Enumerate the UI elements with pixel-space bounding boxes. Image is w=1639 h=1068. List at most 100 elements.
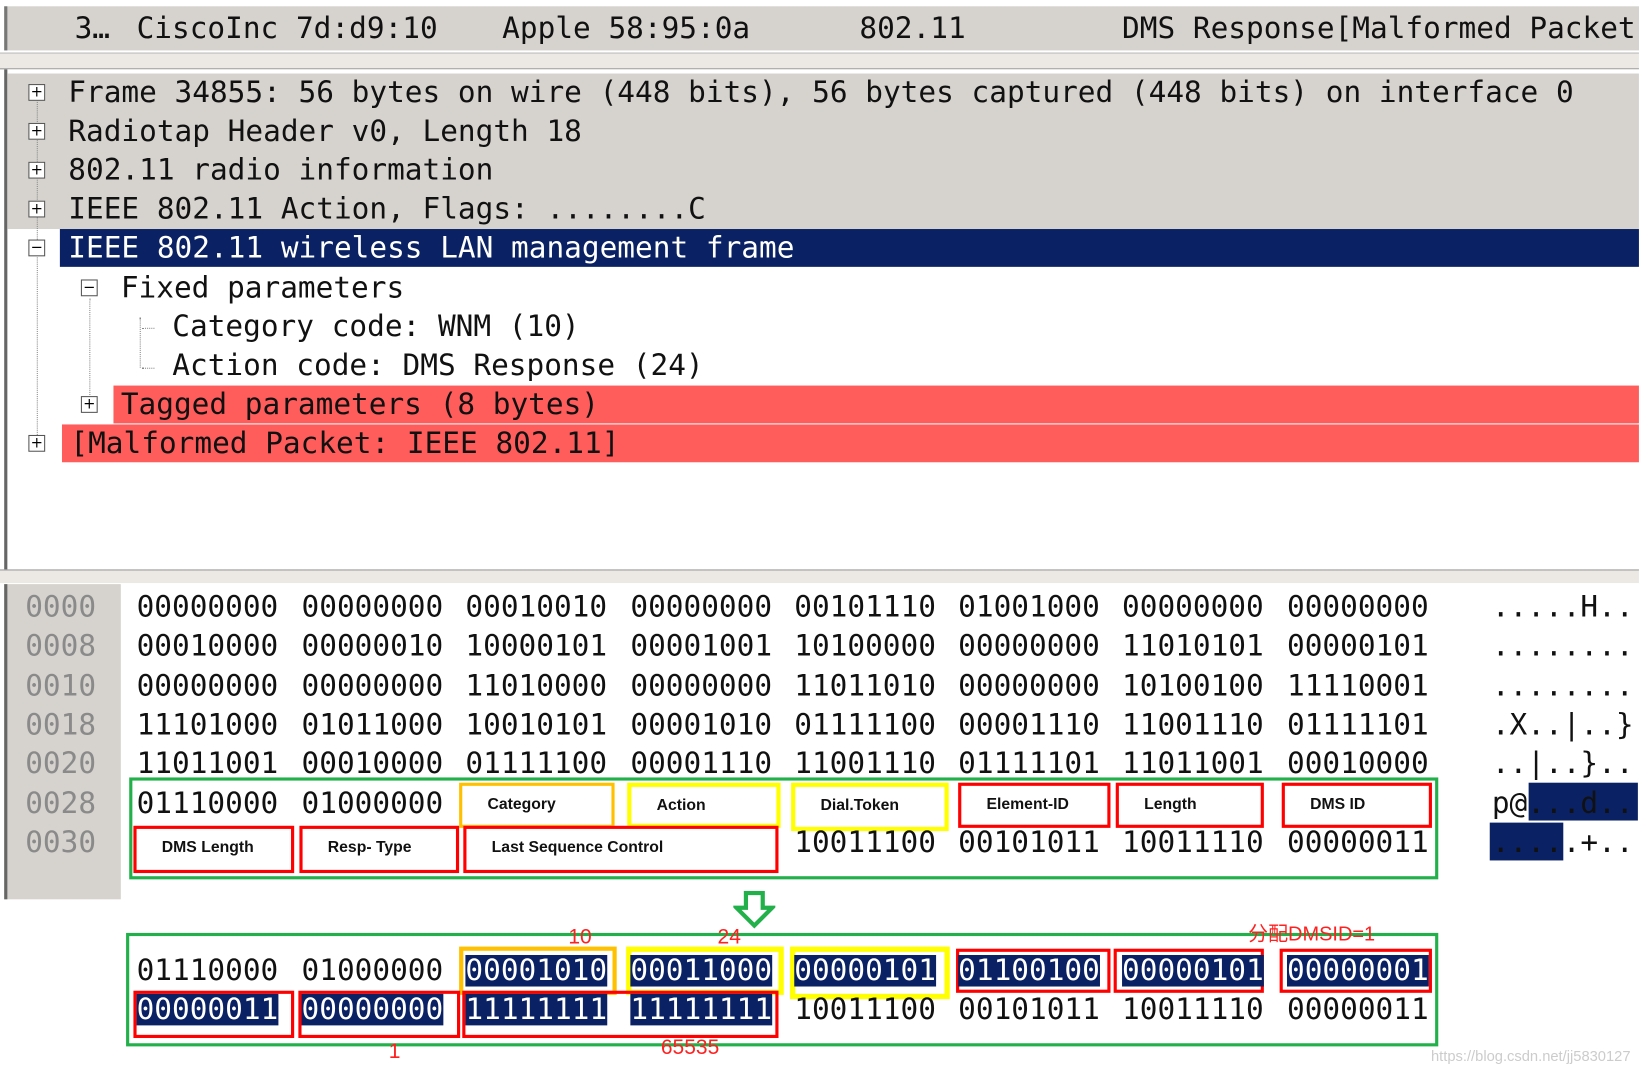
pane-splitter[interactable] (0, 52, 1639, 70)
hex-byte: 00101011 (958, 824, 1100, 860)
decoded-byte: 00000101 (1122, 952, 1264, 988)
hex-byte: 00010000 (301, 746, 444, 781)
hex-byte: 00000000 (1122, 589, 1264, 625)
hex-byte: 11110001 (1286, 667, 1429, 703)
tree-item-frame[interactable]: Frame 34855: 56 bytes on wire (448 bits)… (60, 74, 1639, 112)
hex-byte: 00000000 (958, 667, 1100, 703)
hex-ascii-row: ........ (1491, 628, 1634, 664)
annotation-last-seq-value: 65535 (660, 1035, 720, 1060)
hex-byte: 10100000 (794, 628, 936, 664)
tree-item-malformed[interactable]: [Malformed Packet: IEEE 802.11] (61, 424, 1639, 463)
annotation-resp-type-value: 1 (388, 1040, 401, 1064)
expand-icon[interactable]: + (28, 434, 46, 452)
hex-byte: 00001110 (630, 746, 773, 781)
hex-offset: 0020 (25, 746, 97, 781)
hex-byte: 00000101 (1286, 628, 1429, 664)
hex-byte: 00000000 (1286, 589, 1429, 625)
hex-byte: 01000000 (301, 785, 444, 820)
hex-byte: 01111101 (958, 746, 1100, 781)
tree-item-label: Frame 34855: 56 bytes on wire (448 bits)… (68, 74, 1574, 110)
expand-icon[interactable]: + (80, 396, 98, 413)
hex-byte: 10011100 (794, 824, 936, 860)
tree-item-wlan-mgmt[interactable]: IEEE 802.11 wireless LAN management fram… (59, 229, 1639, 267)
hex-byte: 00010000 (1286, 746, 1429, 781)
hex-byte: 11010101 (1122, 628, 1264, 664)
collapse-icon[interactable]: − (28, 239, 46, 257)
decoded-byte: 00001010 (465, 952, 608, 988)
hex-offset: 0000 (25, 589, 97, 625)
packet-destination: Apple 58:95:0a (502, 10, 751, 46)
tree-item-category[interactable]: Category code: WNM (10) (163, 308, 1639, 346)
tree-item-ieee-action[interactable]: IEEE 802.11 Action, Flags: ........C (60, 190, 1639, 228)
tree-item-tagged-params[interactable]: Tagged parameters (8 bytes) (113, 385, 1639, 424)
tree-item-label: IEEE 802.11 wireless LAN management fram… (68, 230, 795, 265)
hex-byte: 00000000 (630, 589, 773, 625)
hex-byte: 00000010 (301, 628, 444, 664)
tree-item-fixed-params[interactable]: Fixed parameters (112, 269, 1639, 307)
hex-byte: 11101000 (136, 706, 279, 742)
field-last-seq-control: Last Sequence Control (463, 825, 779, 874)
hex-byte: 11011010 (794, 667, 936, 703)
hex-offset: 0010 (25, 667, 97, 703)
hex-byte: 00001010 (630, 706, 773, 742)
decoded-byte: 01100100 (958, 952, 1100, 988)
tree-item-label: IEEE 802.11 Action, Flags: ........C (68, 191, 706, 226)
tree-item-radio-info[interactable]: 802.11 radio information (60, 151, 1639, 189)
annotation-dms-id: 分配DMSID=1 (1248, 923, 1376, 946)
hex-byte: 01111100 (465, 746, 608, 781)
decoded-byte: 11111111 (630, 992, 773, 1027)
hex-byte: 11001110 (1122, 706, 1264, 742)
expand-icon[interactable]: + (28, 84, 46, 101)
decoded-byte: 10011110 (1122, 992, 1264, 1027)
hex-ascii-row: .....H.. (1491, 589, 1634, 625)
collapse-icon[interactable]: − (80, 279, 98, 297)
field-action: Action (627, 782, 781, 828)
decoded-byte: 00000011 (136, 992, 279, 1027)
field-length: Length (1115, 782, 1264, 828)
expand-icon[interactable]: + (28, 122, 46, 140)
hex-ascii-row: p@...d.. (1491, 785, 1634, 820)
decoded-byte: 00000000 (301, 992, 444, 1027)
tree-item-label: Action code: DMS Response (24) (172, 347, 704, 383)
packet-list-row[interactable]: 3… CiscoInc 7d:d9:10 Apple 58:95:0a 802.… (4, 6, 1639, 51)
expand-icon[interactable]: + (28, 200, 46, 218)
hex-ascii-row: .....+.. (1491, 824, 1634, 860)
pane-splitter[interactable] (0, 569, 1639, 584)
tree-item-label: Fixed parameters (120, 270, 405, 305)
decoded-byte: 00000101 (794, 952, 936, 988)
field-element-id: Element-ID (958, 782, 1111, 828)
field-resp-type: Resp- Type (299, 825, 460, 874)
hex-byte: 00000000 (136, 589, 279, 625)
hex-byte: 10011110 (1122, 824, 1264, 860)
decoded-byte: 01000000 (301, 952, 444, 988)
hex-byte: 11001110 (794, 746, 936, 781)
hex-byte: 11011001 (1122, 746, 1264, 781)
hex-offset: 0028 (25, 785, 97, 820)
decoded-byte: 10011100 (794, 992, 936, 1027)
decoded-byte: 00011000 (630, 952, 773, 988)
hex-ascii-row: ........ (1491, 667, 1634, 703)
hex-byte: 01001000 (958, 589, 1100, 625)
field-category: Category (459, 782, 615, 828)
tree-item-action-code[interactable]: Action code: DMS Response (24) (163, 347, 1639, 385)
hex-byte: 01110000 (136, 785, 279, 820)
tree-item-label: [Malformed Packet: IEEE 802.11] (70, 425, 620, 461)
hex-byte: 00000000 (136, 667, 279, 703)
hex-offset: 0018 (25, 706, 97, 742)
tree-line (141, 367, 155, 369)
decoded-byte: 00101011 (958, 992, 1100, 1027)
tree-item-label: Radiotap Header v0, Length 18 (68, 113, 582, 149)
expand-icon[interactable]: + (28, 161, 46, 179)
hex-offset: 0030 (25, 824, 97, 860)
tree-item-label: 802.11 radio information (68, 152, 494, 188)
annotation-category-value: 10 (568, 925, 592, 949)
hex-offset: 0008 (25, 628, 97, 664)
packet-protocol: 802.11 (859, 10, 966, 46)
hex-byte: 00000000 (301, 667, 444, 703)
hex-byte: 00101110 (794, 589, 936, 625)
packet-number: 3… (74, 10, 111, 46)
hex-ascii-row: .X..|..} (1491, 706, 1634, 742)
hex-byte: 11011001 (136, 746, 279, 781)
tree-item-radiotap[interactable]: Radiotap Header v0, Length 18 (60, 112, 1639, 150)
packet-info: DMS Response[Malformed Packet (1122, 10, 1636, 46)
